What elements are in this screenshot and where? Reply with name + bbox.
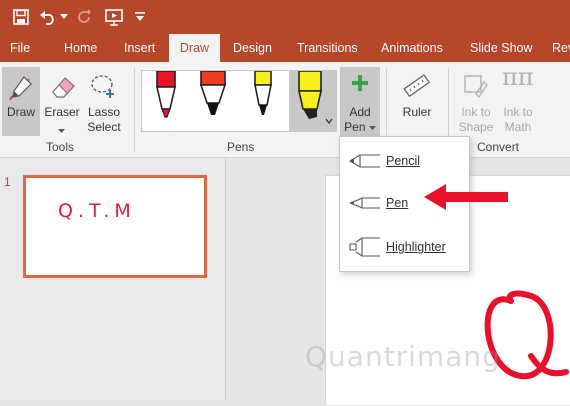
tab-home[interactable]: Home [64,34,97,62]
tools-group-label: Tools [46,140,75,154]
yellow-pen-icon[interactable] [252,70,274,134]
start-from-beginning-icon[interactable] [102,6,126,28]
add-pen-button[interactable]: Add Pen [340,67,380,139]
save-icon[interactable] [10,6,32,28]
lasso-icon [89,72,119,104]
undo-dropdown-chevron-icon[interactable] [58,6,70,28]
ink-to-math-label-line2: Math [504,120,532,134]
eraser-label: Eraser [44,105,80,119]
menu-item-pencil[interactable]: Pencil [340,141,469,181]
customize-quick-access-icon[interactable] [133,6,147,28]
pen-icon [349,197,380,209]
pen-label: Pen [386,196,409,210]
plus-icon [351,74,369,96]
ribbon-tabs: File Home Insert Draw Design Transitions… [0,34,570,62]
ruler-label: Ruler [402,105,432,119]
convert-group-label: Convert [477,140,520,154]
ink-to-shape-button[interactable]: Ink to Shape [454,67,498,139]
ink-to-shape-label-line2: Shape [458,120,494,134]
red-pen-icon[interactable] [154,70,178,134]
ink-to-shape-label-line1: Ink to [461,105,491,119]
red-arrow-annotation [424,184,508,210]
thumbnail-ink-text: Q.T.M [58,200,136,222]
eraser-button[interactable]: Eraser [42,67,82,139]
title-bar [0,0,570,34]
eraser-dropdown-chevron-icon [58,123,65,138]
tab-transitions[interactable]: Transitions [297,34,358,62]
add-pen-label-line1: Add [349,105,371,119]
tab-file[interactable]: File [10,34,30,62]
watermark: Quantrimang [305,340,501,373]
highlighter-icon [349,237,380,257]
menu-item-highlighter[interactable]: Highlighter [340,227,469,267]
undo-icon[interactable] [38,6,58,28]
ruler-button[interactable]: Ruler [393,67,441,127]
redo-icon[interactable] [74,6,94,28]
pencil-icon [349,154,380,168]
ink-to-shape-icon [462,72,490,104]
pencil-label: Pencil [386,154,421,168]
draw-label: Draw [6,105,35,119]
tab-animations[interactable]: Animations [381,34,443,62]
pi-icon: ππ [502,63,534,91]
tab-review[interactable]: Rev [552,34,570,62]
ribbon: Draw Eraser Lasso Select Tools Pens Add … [0,62,570,158]
eraser-icon [49,72,77,104]
ink-to-math-button[interactable]: ππ Ink to Math [498,63,538,139]
tab-slide-show[interactable]: Slide Show [470,34,533,62]
slide-thumbnail[interactable]: Q.T.M [23,175,207,278]
yellow-highlighter-icon[interactable] [289,70,337,131]
lasso-label-line2: Select [87,120,121,134]
highlighter-label: Highlighter [386,240,446,254]
pens-group-label: Pens [227,140,255,154]
draw-pen-icon [7,73,35,107]
pens-gallery [141,70,337,132]
group-separator [134,68,135,152]
ink-to-math-label-line1: Ink to [503,105,533,119]
add-pen-chevron-icon [368,126,376,130]
tab-design[interactable]: Design [233,34,272,62]
lasso-select-button[interactable]: Lasso Select [84,67,124,139]
slide-number: 1 [4,175,11,189]
draw-button[interactable]: Draw [2,67,40,136]
slide-thumbnail-pane: 1 Q.T.M [0,158,226,401]
red-orange-marker-icon[interactable] [199,70,227,134]
tab-draw[interactable]: Draw [169,34,220,62]
ruler-icon [403,72,431,104]
tab-insert[interactable]: Insert [124,34,155,62]
add-pen-label-line2: Pen [340,120,380,135]
lasso-label-line1: Lasso [87,105,121,119]
